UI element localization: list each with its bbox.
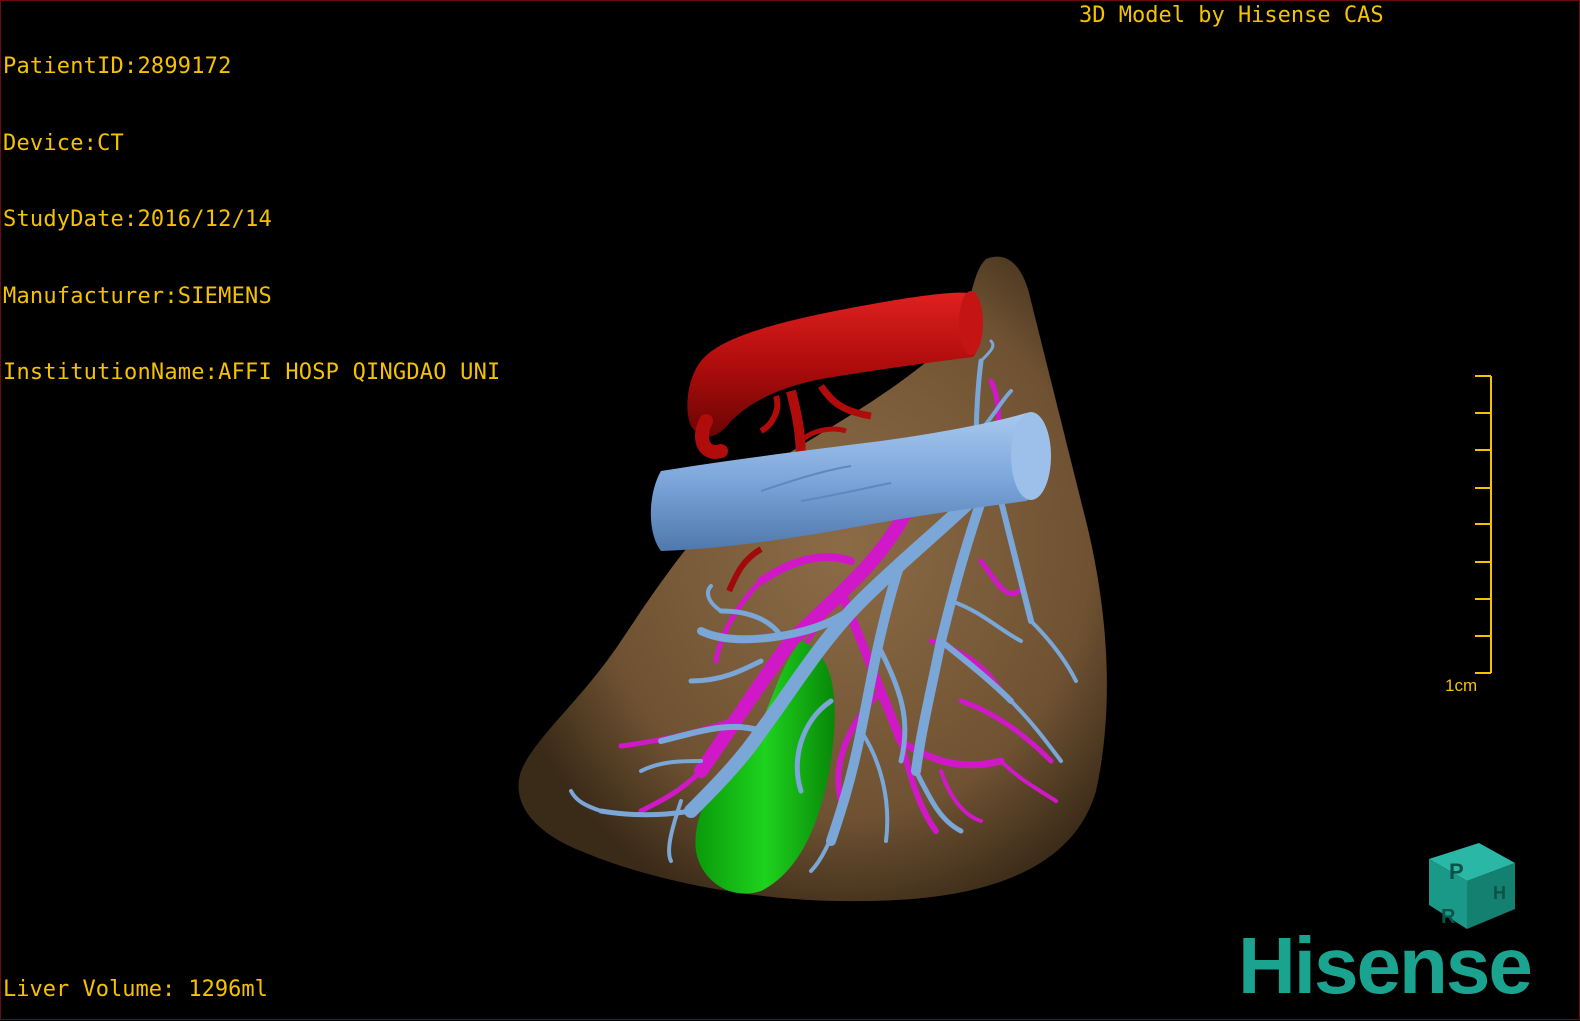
model-title: 3D Model by Hisense CAS — [1079, 3, 1384, 28]
cube-face-side-label: H — [1493, 883, 1506, 903]
orientation-cube[interactable]: P H R — [1429, 843, 1515, 929]
liver-volume: Liver Volume: 1296ml — [3, 977, 268, 1002]
patient-info-overlay: PatientID:2899172 Device:CT StudyDate:20… — [3, 3, 500, 437]
study-date: StudyDate:2016/12/14 — [3, 207, 272, 232]
scale-bar-label: 1cm — [1445, 676, 1478, 695]
device: Device:CT — [3, 130, 125, 156]
hisense-logo: Hisense — [1238, 921, 1533, 1010]
scale-bar — [1475, 375, 1492, 674]
institution-name: InstitutionName:AFFI HOSP QINGDAO UNI — [3, 360, 501, 385]
cube-face-top-label: P — [1449, 859, 1464, 884]
3d-viewport[interactable]: P H R PatientID:2899172 Device:CT StudyD… — [0, 0, 1580, 1020]
manufacturer: Manufacturer:SIEMENS — [3, 283, 272, 309]
patient-id: PatientID:2899172 — [3, 54, 232, 79]
